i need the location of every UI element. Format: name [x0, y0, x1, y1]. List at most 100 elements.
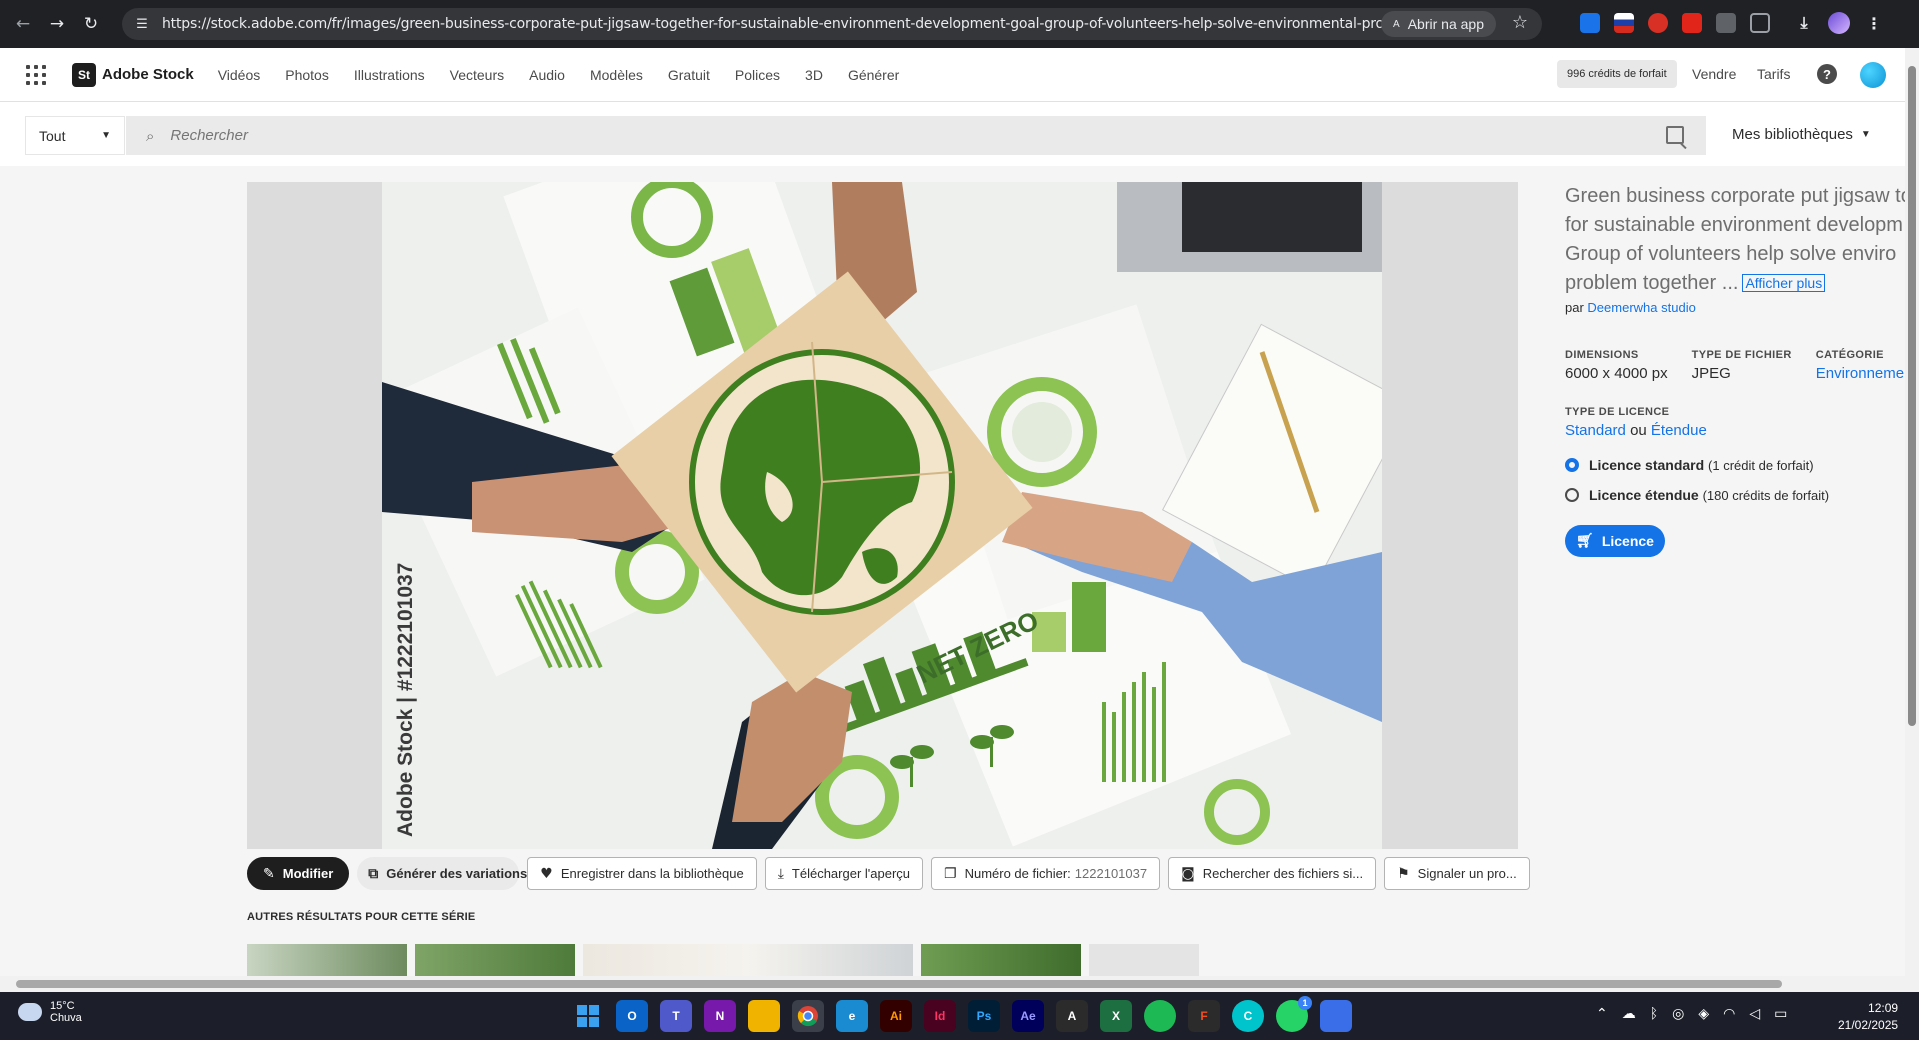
after-effects-icon[interactable]: Ae — [1012, 1000, 1044, 1032]
photoshop-icon[interactable]: Ps — [968, 1000, 1000, 1032]
bookmark-star-icon[interactable]: ☆ — [1512, 12, 1528, 33]
extended-license-radio[interactable] — [1565, 488, 1579, 503]
canva-icon[interactable]: C — [1232, 1000, 1264, 1032]
image-preview-panel: NET ZERO Adobe Stock | #1222101037 — [247, 182, 1518, 849]
excel-icon[interactable]: X — [1100, 1000, 1132, 1032]
author-link[interactable]: Deemerwha studio — [1587, 300, 1695, 315]
help-icon[interactable]: ? — [1817, 64, 1837, 84]
horizontal-scroll-thumb[interactable] — [16, 980, 1782, 988]
weather-widget[interactable]: 15°C Chuva — [18, 1000, 82, 1024]
visual-search-icon[interactable] — [1666, 126, 1684, 144]
chevron-up-icon[interactable]: ⌃ — [1596, 1006, 1608, 1022]
series-thumbnail[interactable] — [247, 944, 407, 976]
illustrator-icon[interactable]: Ai — [880, 1000, 912, 1032]
horizontal-scrollbar[interactable] — [0, 976, 1919, 992]
edit-button[interactable]: ✎ Modifier — [247, 857, 350, 890]
stock-photo-illustration — [382, 182, 1382, 849]
search-input[interactable] — [170, 127, 1471, 144]
wifi-icon[interactable]: ◠ — [1723, 1006, 1735, 1022]
figma-icon[interactable]: F — [1188, 1000, 1220, 1032]
address-bar[interactable]: ☰ https://stock.adobe.com/fr/images/gree… — [122, 8, 1542, 40]
bluetooth-icon[interactable]: ᛒ — [1650, 1006, 1658, 1022]
download-icon[interactable]: ⤓ — [1794, 13, 1814, 33]
nav-illustrations[interactable]: Illustrations — [354, 67, 425, 83]
nav-fonts[interactable]: Polices — [735, 67, 780, 83]
series-thumbnail[interactable] — [921, 944, 1081, 976]
adobe-stock-logo[interactable]: St — [72, 62, 96, 87]
extension-blue-icon[interactable] — [1580, 13, 1600, 33]
nav-templates[interactable]: Modèles — [590, 67, 643, 83]
open-in-app-button[interactable]: A Abrir na app — [1381, 11, 1496, 37]
extended-license-link[interactable]: Étendue — [1651, 422, 1707, 439]
download-preview-button[interactable]: ⤓ Télécharger l'aperçu — [764, 857, 924, 890]
extensions-puzzle-icon[interactable] — [1750, 13, 1770, 33]
asset-title-line: Group of volunteers help solve enviro — [1565, 243, 1897, 265]
series-thumbnail[interactable] — [1089, 944, 1199, 976]
nav-generate[interactable]: Générer — [848, 67, 899, 83]
series-thumbnail[interactable] — [415, 944, 575, 976]
series-thumbnail[interactable] — [583, 944, 913, 976]
url-text[interactable]: https://stock.adobe.com/fr/images/green-… — [162, 16, 1392, 32]
author-prefix: par — [1565, 300, 1584, 316]
save-to-library-button[interactable]: ♥ Enregistrer dans la bibliothèque — [527, 857, 757, 890]
vpn-icon[interactable]: ◎ — [1672, 1006, 1684, 1022]
vertical-scroll-thumb[interactable] — [1908, 66, 1916, 726]
indesign-icon[interactable]: Id — [924, 1000, 956, 1032]
extended-license-option[interactable]: Licence étendue (180 crédits de forfait) — [1565, 487, 1905, 503]
nav-audio[interactable]: Audio — [529, 67, 565, 83]
find-similar-label: Rechercher des fichiers si... — [1202, 866, 1364, 881]
license-button[interactable]: 🛒︎ Licence — [1565, 525, 1665, 558]
spotify-icon[interactable] — [1144, 1000, 1176, 1032]
edge-icon[interactable]: e — [836, 1000, 868, 1032]
show-more-link[interactable]: Afficher plus — [1742, 274, 1826, 293]
forward-icon[interactable]: → — [46, 13, 68, 35]
sell-link[interactable]: Vendre — [1692, 66, 1736, 82]
onedrive-icon[interactable]: ☁ — [1622, 1006, 1636, 1022]
extension-red-icon[interactable] — [1648, 13, 1668, 33]
camera-extension-icon[interactable] — [1716, 13, 1736, 33]
nav-videos[interactable]: Vidéos — [218, 67, 261, 83]
nav-free[interactable]: Gratuit — [668, 67, 710, 83]
adobe-stock-logo-text[interactable]: Adobe Stock — [102, 66, 194, 83]
acrobat-extension-icon[interactable] — [1682, 13, 1702, 33]
outlook-icon[interactable]: O — [616, 1000, 648, 1032]
microsoft-store-icon[interactable] — [1320, 1000, 1352, 1032]
my-libraries-dropdown[interactable]: Mes bibliothèques ▼ — [1732, 126, 1871, 143]
weather-condition: Chuva — [50, 1012, 82, 1024]
back-icon[interactable]: ← — [12, 13, 34, 35]
find-similar-button[interactable]: ◙ Rechercher des fichiers si... — [1168, 857, 1377, 890]
file-explorer-icon[interactable] — [748, 1000, 780, 1032]
teams-icon[interactable]: T — [660, 1000, 692, 1032]
vertical-scrollbar[interactable] — [1905, 48, 1919, 976]
credits-badge[interactable]: 996 crédits de forfait — [1557, 60, 1677, 88]
nav-photos[interactable]: Photos — [285, 67, 329, 83]
nav-vectors[interactable]: Vecteurs — [450, 67, 504, 83]
standard-license-link[interactable]: Standard — [1565, 422, 1626, 439]
nav-3d[interactable]: 3D — [805, 67, 823, 83]
adobe-express-icon[interactable]: A — [1056, 1000, 1088, 1032]
search-scope-select[interactable]: Tout ▼ — [25, 116, 125, 155]
reload-icon[interactable]: ↻ — [80, 13, 102, 35]
teams-tray-icon[interactable]: ◈ — [1698, 1006, 1709, 1022]
category-link[interactable]: Environnemen — [1816, 365, 1905, 382]
browser-menu-icon[interactable]: ⋮ — [1864, 13, 1884, 33]
volume-icon[interactable]: ◁ — [1749, 1006, 1760, 1022]
report-button[interactable]: ⚑ Signaler un pro... — [1384, 857, 1530, 890]
pricing-link[interactable]: Tarifs — [1757, 66, 1790, 82]
app-switcher-icon[interactable] — [26, 64, 46, 85]
generate-variations-button[interactable]: ⧉ Générer des variations — [357, 857, 527, 890]
standard-license-option[interactable]: Licence standard (1 crédit de forfait) — [1565, 457, 1905, 473]
whatsapp-icon[interactable]: 1 — [1276, 996, 1312, 1032]
stock-photo[interactable]: NET ZERO Adobe Stock | #1222101037 — [382, 182, 1382, 849]
clock[interactable]: 12:09 21/02/2025 — [1838, 1000, 1898, 1034]
extension-flag-icon[interactable] — [1614, 13, 1634, 33]
user-avatar[interactable] — [1860, 62, 1886, 88]
standard-license-radio[interactable] — [1565, 458, 1579, 473]
battery-icon[interactable]: ▭ — [1774, 1006, 1787, 1022]
file-number-button[interactable]: ❐ Numéro de fichier: 1222101037 — [931, 857, 1161, 890]
profile-avatar[interactable] — [1828, 12, 1850, 34]
windows-start-icon[interactable] — [572, 1000, 604, 1032]
site-info-icon[interactable]: ☰ — [128, 10, 156, 38]
chrome-icon[interactable] — [792, 1000, 824, 1032]
onenote-icon[interactable]: N — [704, 1000, 736, 1032]
